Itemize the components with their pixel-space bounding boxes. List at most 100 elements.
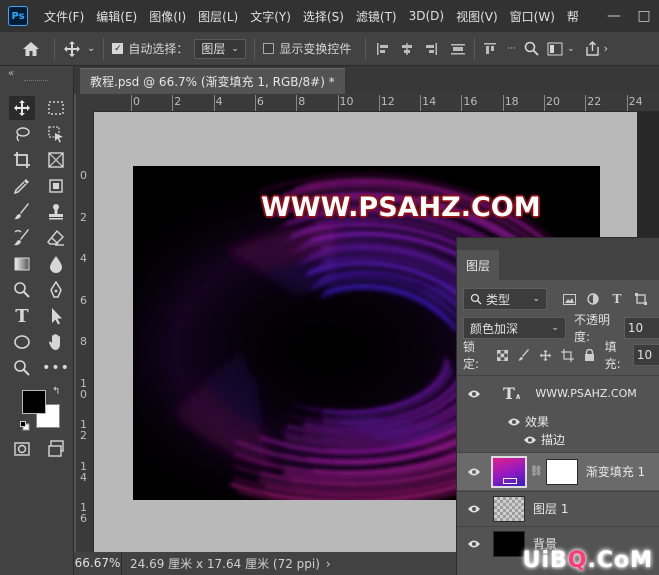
tool-preset-chevron-icon[interactable]: ⌄ — [87, 43, 95, 54]
layer-row-text[interactable]: T∧ WWW.PSAHZ.COM — [457, 375, 659, 411]
background-thumbnail[interactable] — [493, 530, 525, 557]
menu-window[interactable]: 窗口(W) — [504, 8, 561, 25]
foreground-color-swatch[interactable] — [22, 390, 46, 414]
frame-tool-icon[interactable] — [43, 148, 69, 172]
more-align-icon[interactable]: ··· — [507, 44, 516, 54]
eyedropper-tool-icon[interactable] — [9, 174, 35, 198]
type-tool-icon[interactable]: T — [9, 304, 35, 328]
lock-position-icon[interactable] — [539, 347, 553, 363]
marquee-tool-icon[interactable] — [43, 96, 69, 120]
quick-mask-icon[interactable] — [9, 437, 35, 461]
screen-mode-icon[interactable] — [43, 437, 69, 461]
swap-colors-icon[interactable]: ↰ — [52, 386, 60, 397]
crop-tool-icon[interactable] — [9, 148, 35, 172]
menu-view[interactable]: 视图(V) — [450, 8, 504, 25]
fill-input[interactable]: 10 — [632, 344, 659, 366]
gradient-tool-icon[interactable] — [9, 252, 35, 276]
workspace-chevron-icon[interactable]: ⌄ — [567, 44, 575, 54]
watermark-q: Q — [567, 548, 588, 573]
maximize-button[interactable]: □ — [629, 8, 659, 24]
auto-select-checkbox[interactable]: ✓ — [112, 43, 124, 54]
lock-pixels-icon[interactable] — [517, 347, 531, 363]
default-colors-icon[interactable] — [20, 420, 30, 434]
filter-type-icon[interactable]: T — [609, 291, 625, 307]
gradient-thumbnail[interactable] — [491, 455, 527, 488]
menu-select[interactable]: 选择(S) — [297, 8, 350, 25]
horizontal-ruler[interactable]: 02468101214161820222426 — [94, 94, 659, 112]
ruler-h-tick-label: 0 — [133, 95, 140, 108]
mask-link-icon[interactable]: ⛓ — [530, 466, 543, 477]
stamp-tool-icon[interactable] — [43, 200, 69, 224]
blur-tool-icon[interactable] — [43, 252, 69, 276]
brush-tool-icon[interactable] — [9, 200, 35, 224]
align-center-icon[interactable] — [400, 42, 414, 56]
zoom-tool-icon[interactable] — [9, 356, 35, 380]
align-right-icon[interactable] — [424, 42, 438, 56]
collapse-icon[interactable]: « — [8, 68, 14, 79]
home-icon[interactable] — [22, 41, 40, 57]
ellipse-tool-icon[interactable] — [9, 330, 35, 354]
share-chevron-icon[interactable]: › — [604, 42, 608, 55]
ruler-origin[interactable] — [76, 94, 94, 112]
frame-select-tool-icon[interactable] — [43, 174, 69, 198]
align-left-icon[interactable] — [376, 42, 390, 56]
share-icon[interactable] — [585, 41, 600, 56]
layers-tab-label: 图层 — [466, 258, 491, 273]
layers-tab[interactable]: 图层 — [457, 250, 500, 280]
hand-tool-icon[interactable] — [43, 330, 69, 354]
path-select-tool-icon[interactable] — [43, 304, 69, 328]
align-top-icon[interactable] — [483, 42, 497, 56]
zoom-level[interactable]: 66.67% — [74, 552, 122, 575]
menu-filter[interactable]: 滤镜(T) — [350, 8, 403, 25]
minimize-button[interactable]: — — [599, 8, 629, 24]
ruler-h-tick-label: 10 — [339, 95, 354, 108]
menu-layer[interactable]: 图层(L) — [192, 8, 244, 25]
more-tools-icon[interactable]: ••• — [42, 356, 69, 380]
pen-tool-icon[interactable] — [43, 278, 69, 302]
visibility-eye-icon[interactable] — [505, 416, 523, 428]
visibility-eye-icon[interactable] — [465, 388, 483, 400]
object-select-tool-icon[interactable] — [43, 122, 69, 146]
document-tab[interactable]: 教程.psd @ 66.7% (渐变填充 1, RGB/8#) * — [80, 68, 345, 94]
lock-transparent-icon[interactable] — [495, 347, 509, 363]
eraser-tool-icon[interactable] — [43, 226, 69, 250]
filter-pixel-icon[interactable] — [561, 291, 577, 307]
dodge-tool-icon[interactable] — [9, 278, 35, 302]
vertical-ruler[interactable]: 0 2 4 6 8 1 0 1 2 1 4 1 6 — [76, 112, 94, 552]
visibility-eye-icon[interactable] — [465, 538, 483, 550]
workspace-icon[interactable] — [547, 42, 563, 56]
layer-row-effects[interactable]: 效果 — [457, 413, 659, 430]
show-transform-checkbox[interactable] — [263, 43, 275, 54]
menu-3d[interactable]: 3D(D) — [403, 9, 450, 23]
filter-shape-icon[interactable] — [633, 291, 649, 307]
layer-row-gradient-fill[interactable]: ⛓ 渐变填充 1 — [457, 452, 659, 490]
lock-artboard-icon[interactable] — [561, 347, 575, 363]
lock-all-icon[interactable] — [583, 347, 597, 363]
visibility-eye-icon[interactable] — [465, 503, 483, 515]
menu-file[interactable]: 文件(F) — [38, 8, 90, 25]
opacity-input[interactable]: 10 — [623, 317, 659, 339]
layers-panel: 图层 类型 ⌄ T 颜色加深 ⌄ 不透明度: 10 锁定: 填充: 10 T∧ … — [456, 237, 659, 575]
layer-row-stroke-effect[interactable]: 描边 — [457, 431, 659, 448]
menu-image[interactable]: 图像(I) — [143, 8, 192, 25]
visibility-eye-icon[interactable] — [521, 434, 539, 446]
menu-help[interactable]: 帮 — [561, 8, 585, 25]
lasso-tool-icon[interactable] — [9, 122, 35, 146]
menu-type[interactable]: 文字(Y) — [244, 8, 297, 25]
history-brush-tool-icon[interactable] — [9, 226, 35, 250]
layer-row-pixel[interactable]: 图层 1 — [457, 491, 659, 525]
blend-mode-select[interactable]: 颜色加深 ⌄ — [463, 317, 566, 339]
auto-select-target-select[interactable]: 图层 ⌄ — [194, 38, 247, 59]
distribute-icon[interactable] — [450, 42, 466, 56]
search-icon[interactable] — [524, 41, 539, 56]
move-tool-icon[interactable] — [9, 96, 35, 120]
visibility-eye-icon[interactable] — [465, 466, 483, 478]
menu-edit[interactable]: 编辑(E) — [90, 8, 143, 25]
filter-adjustment-icon[interactable] — [585, 291, 601, 307]
mask-thumbnail[interactable] — [545, 458, 578, 485]
pixel-layer-thumbnail[interactable] — [493, 495, 525, 522]
move-tool-icon[interactable] — [63, 40, 81, 58]
panel-grip[interactable] — [24, 80, 48, 82]
status-menu-arrow[interactable]: › — [326, 557, 331, 571]
layer-filter-select[interactable]: 类型 ⌄ — [463, 288, 547, 310]
